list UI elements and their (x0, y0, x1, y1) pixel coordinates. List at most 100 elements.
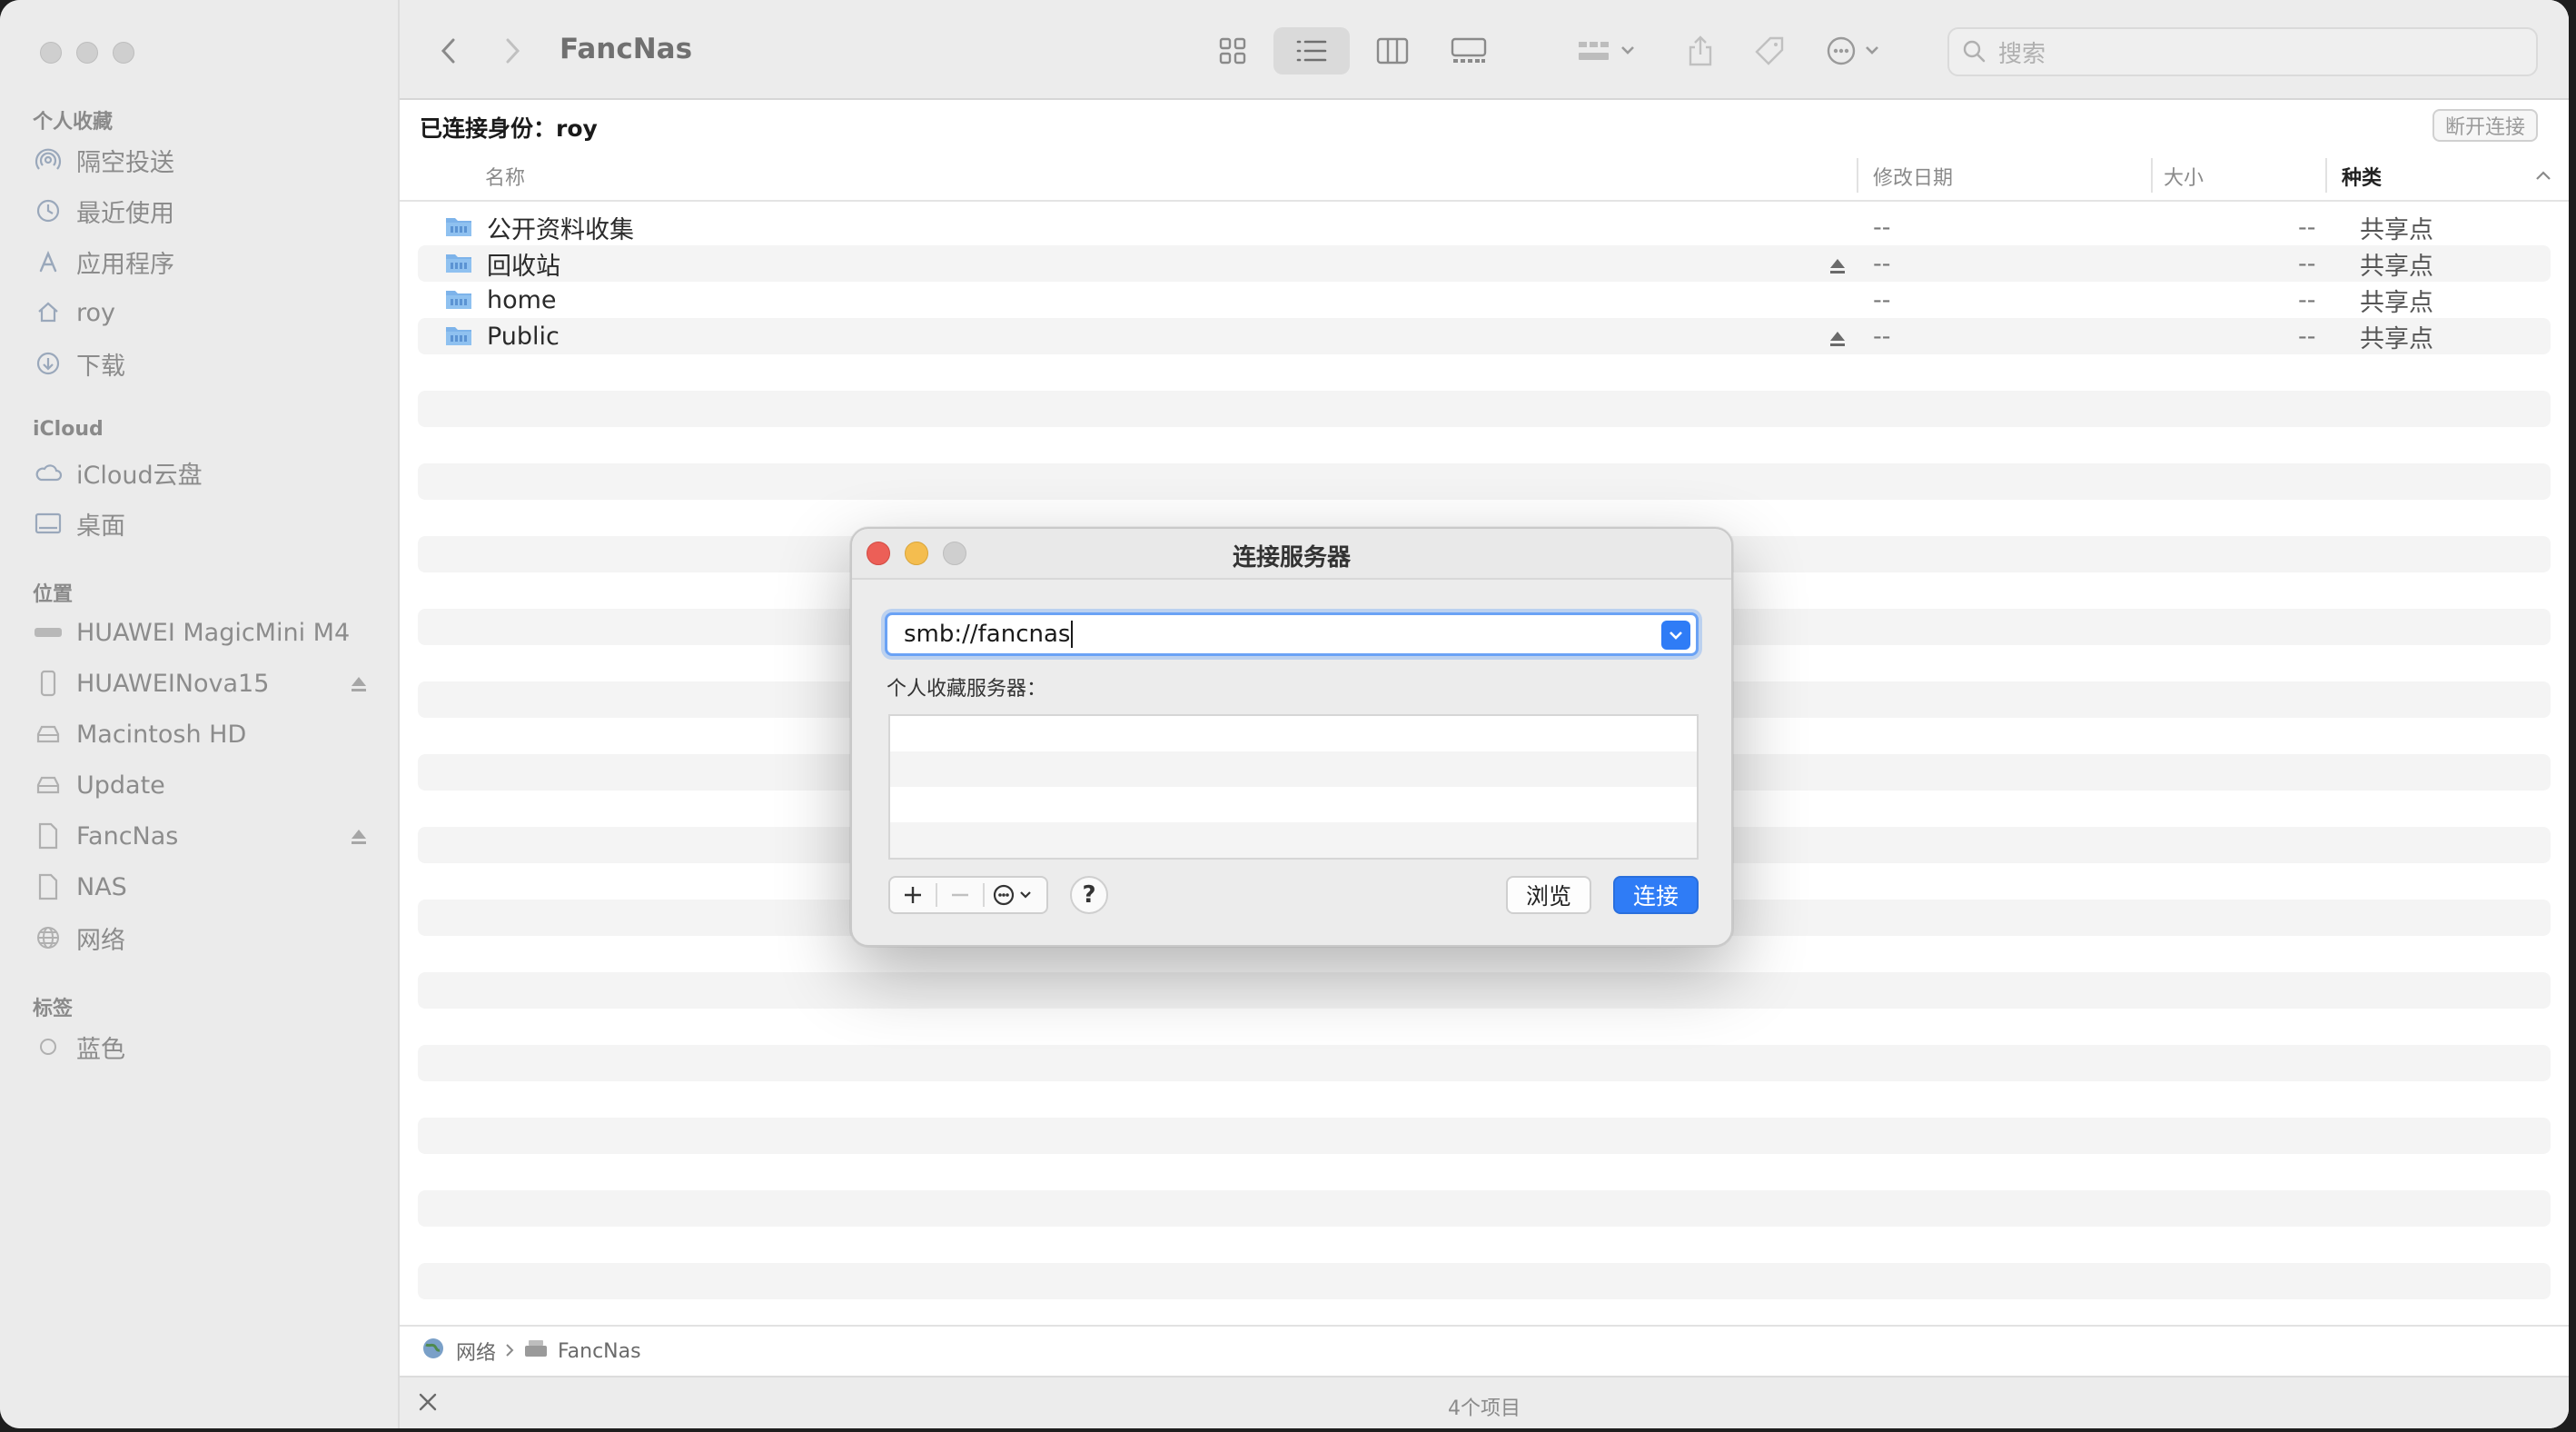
chevron-right-icon (506, 38, 520, 64)
file-size: -- (2298, 249, 2316, 278)
sidebar-item-recents[interactable]: 最近使用 (33, 189, 369, 233)
airdrop-icon (33, 144, 64, 175)
ellipsis-circle-icon (1827, 36, 1878, 65)
server-address-input[interactable]: smb://fancnas (885, 612, 1699, 656)
file-size: -- (2298, 213, 2316, 242)
file-row[interactable]: 公开资料收集 -- -- 共享点 (418, 209, 2551, 245)
column-name[interactable]: 名称 (485, 162, 525, 191)
path-segment-fancnas[interactable]: FancNas (558, 1340, 641, 1363)
file-name: Public (487, 322, 560, 351)
favorite-servers-list[interactable] (888, 714, 1699, 860)
eject-icon[interactable] (349, 672, 369, 701)
eject-icon[interactable] (1828, 327, 1848, 355)
search-field[interactable]: 搜索 (1947, 27, 2538, 76)
sidebar-item-label: 隔空投送 (76, 148, 174, 177)
dialog-title: 连接服务器 (1232, 544, 1351, 572)
sidebar-item-label: Macintosh HD (76, 720, 247, 749)
finder-window: 个人收藏 隔空投送 最近使用 应用程序 roy 下载 iCloud iCloud… (0, 0, 2569, 1428)
remove-server-button[interactable] (937, 878, 983, 912)
close-window-button[interactable] (40, 42, 62, 64)
sidebar: 个人收藏 隔空投送 最近使用 应用程序 roy 下载 iCloud iCloud… (0, 0, 400, 1428)
drive-icon (33, 617, 64, 648)
sidebar-item-nas[interactable]: NAS (33, 865, 369, 909)
sort-ascending-icon[interactable] (2534, 165, 2552, 188)
recent-servers-dropdown[interactable] (1661, 621, 1690, 650)
chevron-left-icon (441, 38, 455, 64)
gallery-view-icon (1451, 37, 1487, 63)
file-row[interactable]: home -- -- 共享点 (418, 282, 2551, 318)
sidebar-item-fancnas[interactable]: FancNas (33, 814, 369, 858)
sidebar-item-label: iCloud云盘 (76, 461, 203, 490)
search-icon (1963, 40, 1986, 63)
share-button[interactable] (1675, 27, 1726, 75)
connect-button[interactable]: 连接 (1613, 876, 1699, 914)
sidebar-item-icloud-drive[interactable]: iCloud云盘 (33, 451, 369, 494)
ellipsis-circle-icon (993, 884, 1031, 906)
file-size: -- (2298, 285, 2316, 314)
file-modified: -- (1873, 285, 1891, 314)
sidebar-item-update[interactable]: Update (33, 763, 369, 807)
gallery-view-button[interactable] (1435, 27, 1502, 75)
shared-folder-icon (445, 288, 472, 316)
sidebar-item-label: HUAWEI MagicMini M4 (76, 618, 351, 647)
file-size: -- (2298, 322, 2316, 351)
sidebar-item-label: FancNas (76, 821, 179, 850)
back-button[interactable] (431, 31, 467, 71)
file-name: home (487, 285, 557, 314)
sidebar-item-desktop[interactable]: 桌面 (33, 502, 369, 545)
tag-button[interactable] (1744, 27, 1795, 75)
column-modified[interactable]: 修改日期 (1873, 162, 1953, 191)
forward-button[interactable] (494, 31, 530, 71)
path-segment-network[interactable]: 网络 (456, 1337, 496, 1366)
applications-icon (33, 246, 64, 277)
column-view-button[interactable] (1362, 27, 1422, 75)
eject-icon[interactable] (1828, 254, 1848, 283)
list-view-button[interactable] (1273, 27, 1350, 75)
network-globe-icon (421, 1337, 445, 1366)
icon-view-button[interactable] (1203, 27, 1263, 75)
browse-button[interactable]: 浏览 (1506, 876, 1591, 914)
connected-identity: 已连接身份：roy (420, 115, 598, 142)
chevron-down-icon (1669, 631, 1682, 640)
sidebar-item-airdrop[interactable]: 隔空投送 (33, 138, 369, 182)
server-icon (523, 1338, 549, 1364)
more-actions-button[interactable] (1818, 27, 1897, 75)
toolbar: FancNas 搜索 (400, 0, 2569, 100)
network-globe-icon (33, 922, 64, 953)
favorite-servers-label: 个人收藏服务器： (887, 678, 1047, 701)
column-kind[interactable]: 种类 (2342, 162, 2382, 191)
sidebar-item-macintosh-hd[interactable]: Macintosh HD (33, 712, 369, 756)
help-button[interactable]: ? (1070, 876, 1108, 914)
search-placeholder: 搜索 (1998, 40, 2046, 68)
sidebar-item-label: 蓝色 (76, 1035, 125, 1064)
sidebar-item-label: Update (76, 771, 165, 800)
minimize-window-button[interactable] (76, 42, 98, 64)
column-size[interactable]: 大小 (2164, 162, 2204, 191)
sidebar-item-huawei-magicmini[interactable]: HUAWEI MagicMini M4 (33, 611, 369, 654)
sidebar-item-label: roy (76, 298, 116, 327)
file-name: 公开资料收集 (487, 215, 634, 244)
group-by-button[interactable] (1568, 27, 1650, 75)
window-controls (40, 42, 134, 64)
sidebar-item-huaweinova15[interactable]: HUAWEINova15 (33, 661, 369, 705)
sidebar-item-label: 下载 (76, 352, 125, 381)
eject-icon[interactable] (349, 825, 369, 853)
window-title: FancNas (560, 33, 693, 65)
sidebar-item-home[interactable]: roy (33, 291, 369, 334)
server-options-button[interactable] (985, 878, 1046, 912)
zoom-window-button[interactable] (113, 42, 134, 64)
disconnect-button[interactable]: 断开连接 (2432, 109, 2538, 142)
add-server-button[interactable] (890, 878, 936, 912)
file-row[interactable]: 回收站 -- -- 共享点 (418, 245, 2551, 282)
sidebar-item-downloads[interactable]: 下载 (33, 342, 369, 385)
item-count: 4个项目 (1448, 1397, 1521, 1420)
sidebar-item-network[interactable]: 网络 (33, 916, 369, 960)
sidebar-item-applications[interactable]: 应用程序 (33, 240, 369, 283)
sidebar-section-favorites: 个人收藏 (33, 111, 114, 134)
file-row[interactable]: Public -- -- 共享点 (418, 318, 2551, 354)
sidebar-item-tag-blue[interactable]: 蓝色 (33, 1025, 369, 1069)
path-bar: 网络 FancNas (400, 1325, 2569, 1376)
document-icon (33, 820, 64, 851)
hard-disk-icon (33, 719, 64, 750)
cloud-icon (33, 457, 64, 488)
